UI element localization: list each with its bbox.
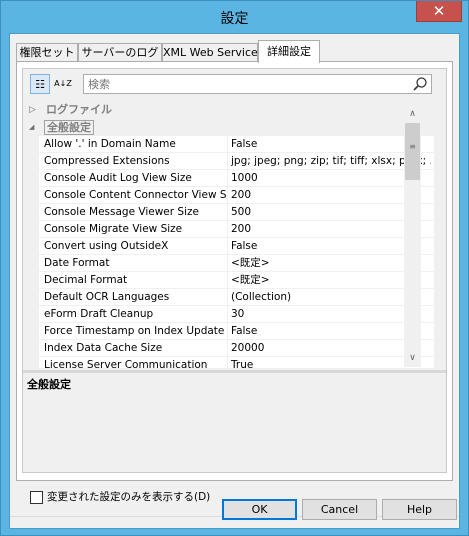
- property-row[interactable]: Convert using OutsideX False: [23, 238, 434, 255]
- scroll-up-icon[interactable]: ∧: [404, 106, 421, 123]
- vertical-scrollbar[interactable]: ∧ ≡ ∨: [404, 106, 421, 367]
- property-name: Index Data Cache Size: [44, 342, 163, 354]
- tab-advanced-settings[interactable]: 詳細設定: [258, 40, 320, 63]
- property-name: Default OCR Languages: [44, 291, 170, 303]
- category-label: 全般設定: [44, 120, 94, 135]
- category-log-files[interactable]: ▷ ログファイル: [23, 102, 434, 119]
- close-icon: ✕: [432, 2, 446, 20]
- property-list: ▷ ログファイル ◢ 全般設定 Allow '.' in Domain Name…: [23, 102, 434, 368]
- search-box[interactable]: [83, 74, 432, 94]
- advanced-settings-panel: ☷ A↓Z ▷ ログ: [16, 61, 453, 481]
- property-value[interactable]: 500: [231, 204, 431, 220]
- property-name: Force Timestamp on Index Update: [44, 325, 225, 337]
- property-toolbar: ☷ A↓Z: [23, 69, 446, 99]
- expand-icon[interactable]: ▷: [29, 104, 39, 116]
- property-row[interactable]: License Server Communication True: [23, 357, 434, 368]
- property-row[interactable]: Index Data Cache Size 20000: [23, 340, 434, 357]
- show-changed-only-checkbox[interactable]: [30, 491, 43, 504]
- property-row[interactable]: Compressed Extensions jpg; jpeg; png; zip…: [23, 153, 434, 170]
- property-row[interactable]: Console Content Connector View Size 200: [23, 187, 434, 204]
- property-value[interactable]: <既定>: [231, 272, 431, 288]
- property-name: Decimal Format: [44, 274, 128, 286]
- property-value[interactable]: False: [231, 136, 431, 152]
- property-value[interactable]: <既定>: [231, 255, 431, 271]
- alphabetical-view-button[interactable]: A↓Z: [53, 74, 73, 94]
- grip-icon: ≡: [409, 142, 416, 151]
- search-icon[interactable]: [412, 76, 428, 92]
- property-name: eForm Draft Cleanup: [44, 308, 154, 320]
- property-name: Console Message Viewer Size: [44, 206, 199, 218]
- property-name: Convert using OutsideX: [44, 240, 169, 252]
- tab-permission-sets[interactable]: 権限セット: [16, 43, 78, 62]
- property-name: Console Audit Log View Size: [44, 172, 192, 184]
- property-row[interactable]: Date Format <既定>: [23, 255, 434, 272]
- property-value[interactable]: False: [231, 323, 431, 339]
- property-value[interactable]: 20000: [231, 340, 431, 356]
- property-value[interactable]: 200: [231, 221, 431, 237]
- title-bar[interactable]: 設定 ✕: [1, 1, 468, 33]
- tab-server-log[interactable]: サーバーのログ: [78, 43, 162, 62]
- property-row[interactable]: Allow '.' in Domain Name False: [23, 136, 434, 153]
- property-value[interactable]: True: [231, 357, 431, 368]
- property-name: License Server Communication: [44, 359, 208, 368]
- property-value[interactable]: 30: [231, 306, 431, 322]
- categorized-view-button[interactable]: ☷: [30, 74, 50, 94]
- property-row[interactable]: Console Audit Log View Size 1000: [23, 170, 434, 187]
- property-row[interactable]: Default OCR Languages (Collection): [23, 289, 434, 306]
- categorized-icon: ☷: [35, 78, 45, 91]
- cancel-button[interactable]: Cancel: [302, 499, 377, 520]
- property-name: Compressed Extensions: [44, 155, 170, 167]
- window-title: 設定: [220, 11, 249, 27]
- property-name: Allow '.' in Domain Name: [44, 138, 176, 150]
- property-value[interactable]: 1000: [231, 170, 431, 186]
- property-row[interactable]: Console Migrate View Size 200: [23, 221, 434, 238]
- property-value[interactable]: jpg; jpeg; png; zip; tif; tiff; xlsx; pp…: [231, 153, 431, 169]
- description-pane: 全般設定: [23, 373, 446, 472]
- category-label: ログファイル: [46, 103, 112, 116]
- property-value[interactable]: False: [231, 238, 431, 254]
- tab-xml-web-service[interactable]: XML Web Service: [162, 43, 258, 62]
- property-row[interactable]: Force Timestamp on Index Update False: [23, 323, 434, 340]
- property-row[interactable]: Console Message Viewer Size 500: [23, 204, 434, 221]
- category-general-settings[interactable]: ◢ 全般設定: [23, 119, 434, 136]
- property-name: Console Content Connector View Size: [44, 189, 226, 201]
- collapse-icon[interactable]: ◢: [29, 121, 39, 133]
- property-grid: ☷ A↓Z ▷ ログ: [22, 68, 447, 473]
- property-name: Console Migrate View Size: [44, 223, 183, 235]
- scroll-down-icon[interactable]: ∨: [404, 350, 421, 367]
- settings-window: 設定 ✕ 権限セット サーバーのログ XML Web Service 詳細設定 …: [0, 0, 469, 536]
- property-row[interactable]: eForm Draft Cleanup 30: [23, 306, 434, 323]
- search-input[interactable]: [84, 75, 404, 93]
- property-value[interactable]: 200: [231, 187, 431, 203]
- property-row[interactable]: Decimal Format <既定>: [23, 272, 434, 289]
- description-title: 全般設定: [27, 378, 71, 391]
- property-value[interactable]: (Collection): [231, 289, 431, 305]
- scroll-thumb[interactable]: ≡: [405, 123, 420, 180]
- ok-button[interactable]: OK: [222, 499, 297, 520]
- sort-alphabetical-icon: A↓Z: [54, 79, 72, 88]
- property-name: Date Format: [44, 257, 110, 269]
- dialog-body: 権限セット サーバーのログ XML Web Service 詳細設定 ☷ A↓Z: [9, 33, 460, 529]
- close-button[interactable]: ✕: [416, 1, 462, 22]
- help-button[interactable]: Help: [382, 499, 457, 520]
- checkbox-label[interactable]: 変更された設定のみを表示する(D): [47, 490, 210, 505]
